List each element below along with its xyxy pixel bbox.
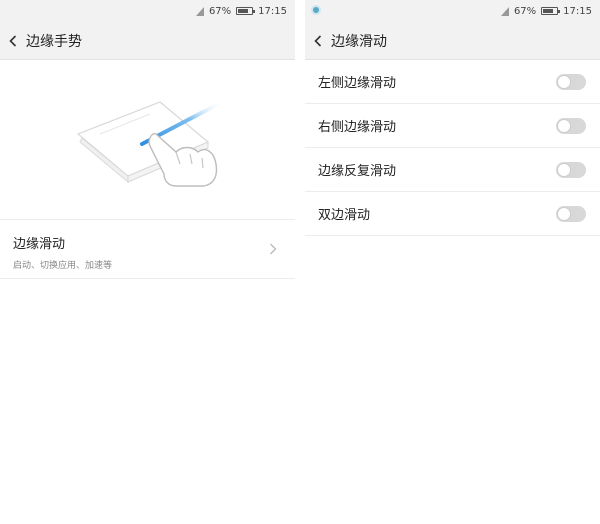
page-title: 边缘手势 [26, 33, 82, 50]
toggle-label: 左侧边缘滑动 [318, 76, 397, 91]
battery-icon [541, 7, 561, 15]
clock: 17:15 [258, 5, 287, 17]
toggle-label: 边缘反复滑动 [318, 164, 397, 179]
clock: 17:15 [563, 5, 592, 17]
app-notification-icon [311, 5, 321, 15]
toggle-row-both-edges[interactable]: 双边滑动 [305, 192, 600, 236]
signal-icon [195, 6, 204, 16]
chevron-left-icon [314, 34, 322, 47]
edge-gesture-screen: 67% 17:15 边缘手势 边缘滑动 启动、切换应用、加速等 [0, 0, 295, 524]
edge-swipe-screen: 67% 17:15 边缘滑动 左侧边缘滑动 右侧边缘滑动 边缘反复滑动 双边滑动 [305, 0, 600, 524]
title-bar: 边缘滑动 [305, 22, 600, 60]
switch-knob [557, 207, 571, 221]
chevron-right-icon [270, 243, 277, 255]
page-title: 边缘滑动 [331, 33, 387, 50]
switch-knob [557, 163, 571, 177]
chevron-left-icon [9, 34, 17, 47]
menu-item-subtitle: 启动、切换应用、加速等 [13, 261, 113, 271]
edge-swipe-menu-item[interactable]: 边缘滑动 启动、切换应用、加速等 [0, 221, 295, 279]
status-bar: 67% 17:15 [0, 0, 295, 22]
switch-knob [557, 75, 571, 89]
title-bar: 边缘手势 [0, 22, 295, 60]
edge-swipe-illustration [0, 60, 295, 220]
tablet-swipe-hand-icon [76, 100, 224, 187]
back-button[interactable] [0, 22, 26, 60]
toggle-label: 右侧边缘滑动 [318, 120, 397, 135]
battery-icon [236, 7, 256, 15]
toggle-row-repeat[interactable]: 边缘反复滑动 [305, 148, 600, 192]
toggle-label: 双边滑动 [318, 208, 371, 223]
repeat-swipe-switch[interactable] [556, 162, 586, 178]
left-edge-switch[interactable] [556, 74, 586, 90]
switch-knob [557, 119, 571, 133]
toggle-row-left-edge[interactable]: 左侧边缘滑动 [305, 60, 600, 104]
both-edges-switch[interactable] [556, 206, 586, 222]
back-button[interactable] [305, 22, 331, 60]
right-edge-switch[interactable] [556, 118, 586, 134]
menu-item-title: 边缘滑动 [13, 237, 66, 252]
status-bar: 67% 17:15 [305, 0, 600, 22]
toggle-row-right-edge[interactable]: 右侧边缘滑动 [305, 104, 600, 148]
battery-percent: 67% [208, 5, 232, 17]
signal-icon [500, 6, 509, 16]
divider [295, 0, 305, 524]
battery-percent: 67% [513, 5, 537, 17]
